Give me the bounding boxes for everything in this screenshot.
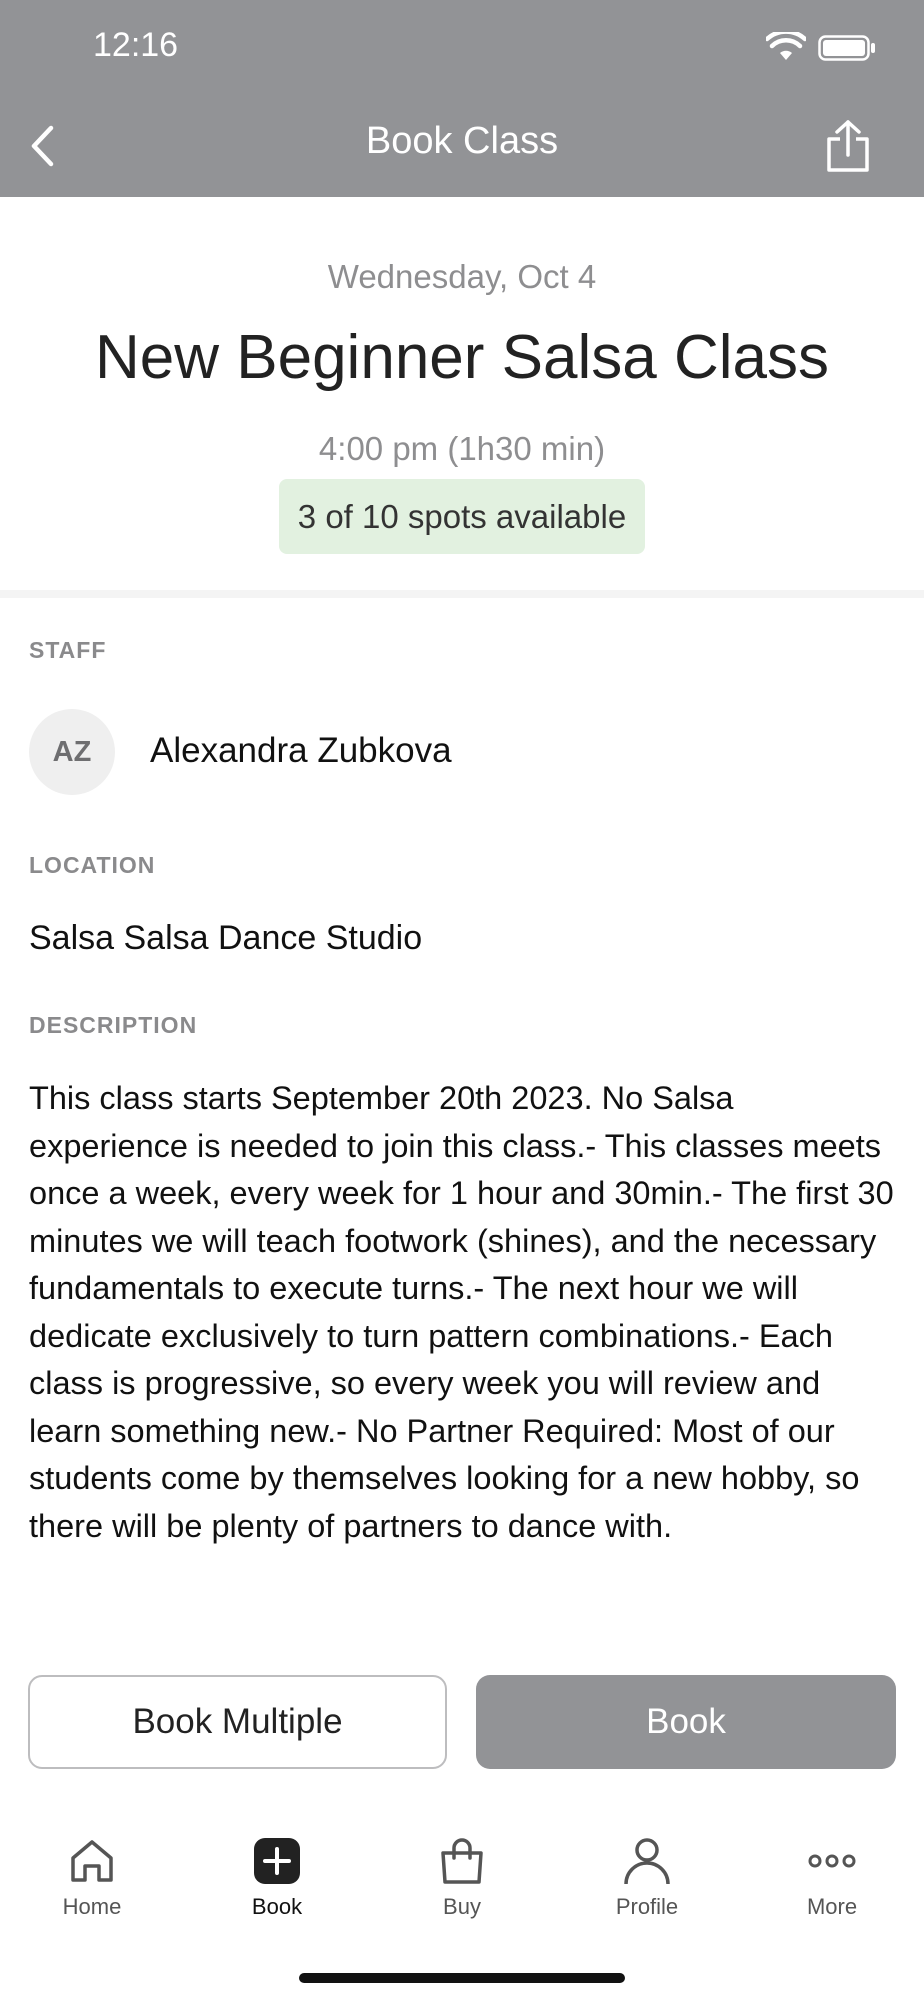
tab-label: Book	[251, 1894, 303, 1919]
plus-square-icon	[250, 1834, 304, 1888]
tab-buy[interactable]: Buy	[382, 1810, 542, 1930]
tab-label: Profile	[615, 1894, 679, 1919]
page-title: Book Class	[365, 120, 559, 162]
share-button[interactable]	[822, 118, 874, 174]
tab-book[interactable]: Book	[197, 1810, 357, 1930]
tab-home[interactable]: Home	[12, 1810, 172, 1930]
tab-profile[interactable]: Profile	[567, 1810, 727, 1930]
location-name[interactable]: Salsa Salsa Dance Studio	[29, 919, 422, 958]
spots-available-badge: 3 of 10 spots available	[279, 479, 645, 554]
book-button[interactable]: Book	[476, 1675, 896, 1769]
class-date: Wednesday, Oct 4	[327, 258, 597, 295]
tab-more[interactable]: More	[752, 1810, 912, 1930]
person-icon	[620, 1834, 674, 1888]
avatar[interactable]: AZ	[29, 709, 115, 795]
home-icon	[65, 1834, 119, 1888]
status-time: 12:16	[93, 26, 179, 64]
book-multiple-button[interactable]: Book Multiple	[28, 1675, 447, 1769]
location-section-label: LOCATION	[29, 852, 156, 878]
class-title: New Beginner Salsa Class	[94, 323, 829, 392]
staff-section-label: STAFF	[29, 637, 107, 663]
description-text: This class starts September 20th 2023. N…	[29, 1080, 894, 1544]
description-section-label: DESCRIPTION	[29, 1012, 198, 1038]
battery-icon	[818, 35, 876, 61]
share-icon	[827, 120, 869, 172]
tab-label: Buy	[443, 1894, 481, 1919]
top-bar: 12:16 Book Class	[0, 0, 924, 197]
home-indicator	[299, 1973, 625, 1983]
shopping-bag-icon	[435, 1834, 489, 1888]
more-dots-icon	[805, 1834, 859, 1888]
class-time: 4:00 pm (1h30 min)	[318, 430, 606, 467]
section-divider	[0, 590, 924, 598]
tab-bar: Home Book Buy Profile More	[0, 1810, 924, 1930]
staff-name[interactable]: Alexandra Zubkova	[150, 731, 452, 771]
tab-label: More	[806, 1894, 858, 1919]
wifi-icon	[764, 29, 808, 62]
tab-label: Home	[62, 1894, 122, 1919]
